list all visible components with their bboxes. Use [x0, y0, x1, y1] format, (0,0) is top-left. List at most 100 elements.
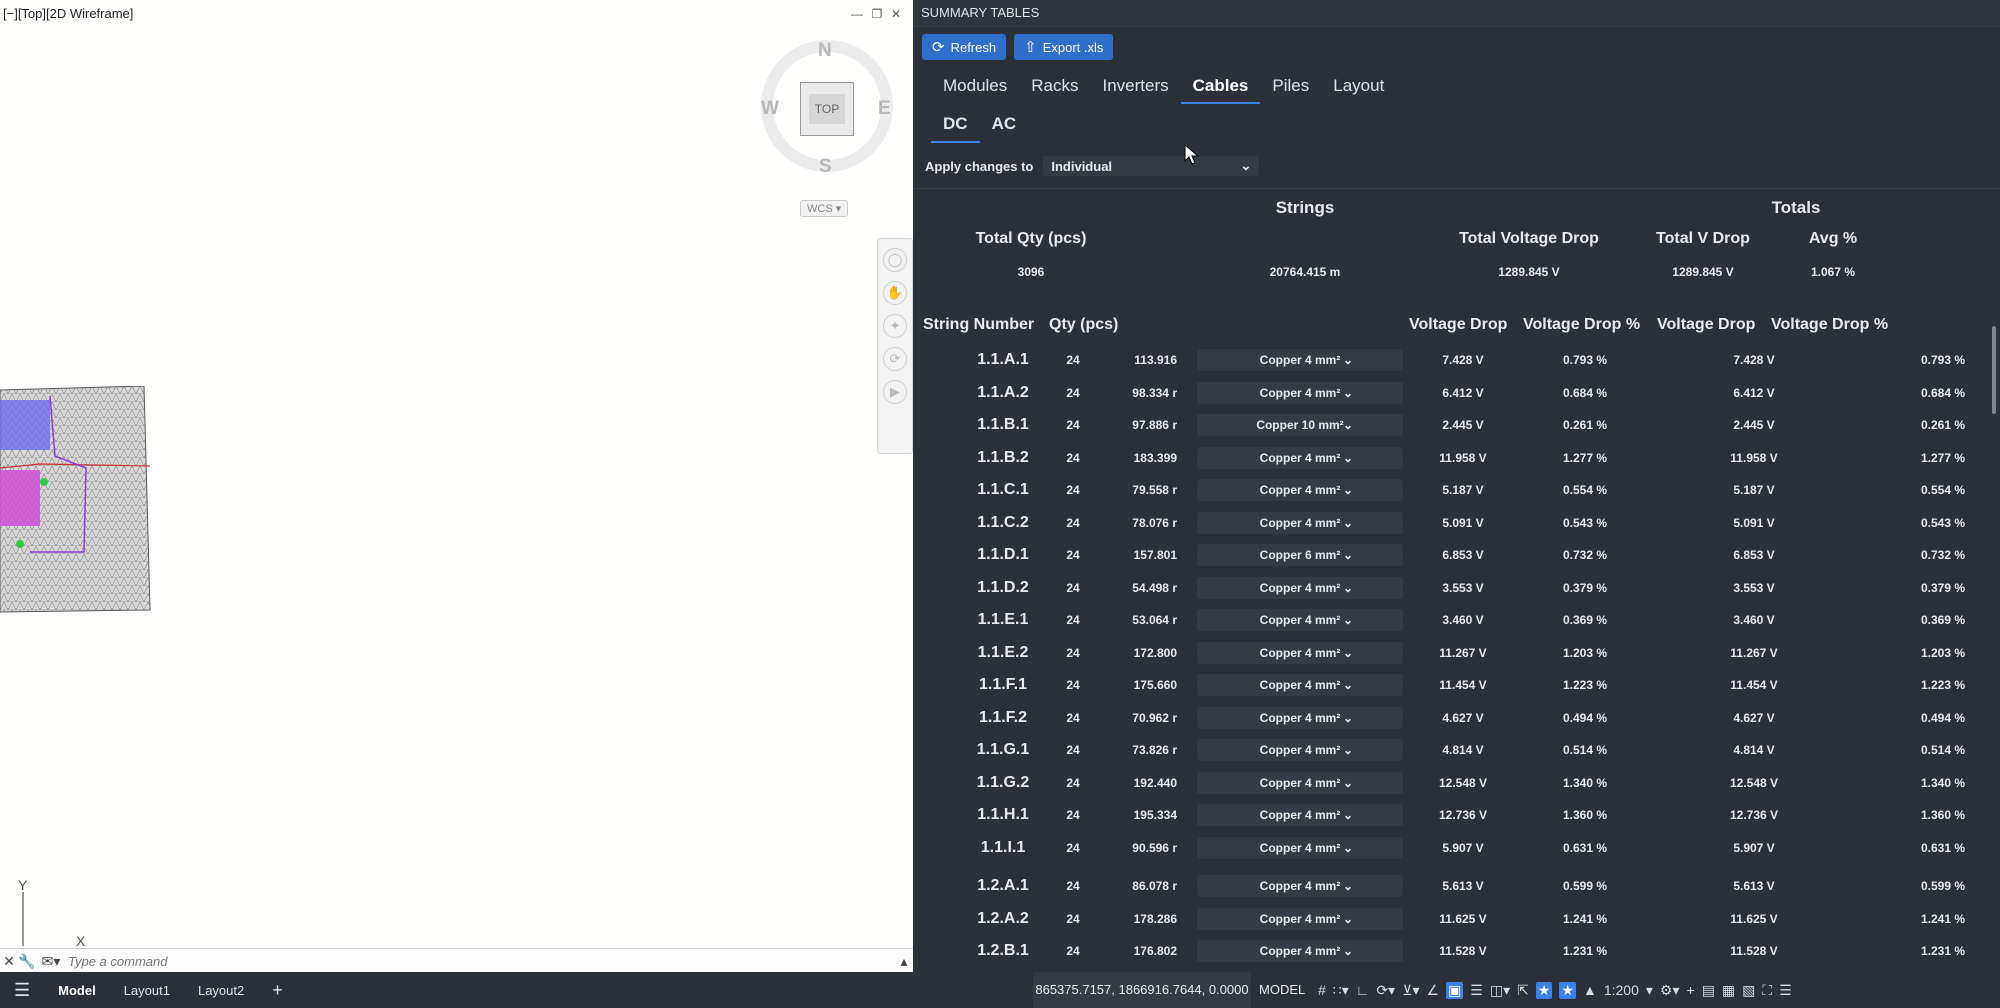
cable-type-select[interactable]: Copper 4 mm² ⌄ [1197, 875, 1403, 897]
cable-type-select[interactable]: Copper 4 mm² ⌄ [1197, 674, 1403, 696]
isolate-objects-icon[interactable]: ▤ [1702, 982, 1715, 999]
cable-type-select[interactable]: Copper 4 mm² ⌄ [1197, 804, 1403, 826]
drawing-viewport[interactable]: [−][Top][2D Wireframe] — ❐ ✕ N W E S TOP… [0, 0, 913, 948]
selection-cycling-icon[interactable]: ⇱ [1517, 982, 1529, 999]
vertical-scrollbar[interactable] [1992, 326, 1996, 414]
annotation-visibility-icon[interactable]: ★ [1535, 981, 1553, 999]
ucs-dropdown[interactable]: WCS ▾ [800, 200, 849, 217]
viewcube[interactable]: N W E S TOP WCS ▾ [745, 30, 905, 220]
cable-type-select[interactable]: Copper 4 mm² ⌄ [1197, 446, 1403, 469]
compass-west[interactable]: W [761, 98, 779, 120]
refresh-button[interactable]: ⟳ Refresh [922, 34, 1007, 60]
gear-icon[interactable]: ⚙▾ [1660, 982, 1680, 999]
orbit-icon[interactable]: ⟳ [883, 347, 907, 371]
cable-type-select[interactable]: Copper 4 mm² ⌄ [1197, 479, 1403, 501]
tab-piles[interactable]: Piles [1260, 72, 1321, 104]
close-command-icon[interactable]: ✕ [0, 953, 18, 970]
panel-title[interactable]: SUMMARY TABLES [913, 0, 2000, 27]
compass-south[interactable]: S [819, 156, 832, 178]
close-icon[interactable]: ✕ [889, 7, 903, 21]
customization-icon[interactable]: ☰ [1779, 982, 1792, 999]
compass-north[interactable]: N [818, 40, 832, 62]
site-layout-drawing[interactable] [0, 386, 160, 616]
minimize-icon[interactable]: — [850, 7, 864, 21]
cable-type-select[interactable]: Copper 4 mm² ⌄ [1197, 739, 1403, 761]
cable-type-select[interactable]: Copper 4 mm² ⌄ [1197, 349, 1403, 371]
model-space-button[interactable]: MODEL [1259, 972, 1305, 1008]
total-voltage-drop-pct-cell: 1.223 % [1920, 678, 1966, 692]
cable-type-select[interactable]: Copper 4 mm² ⌄ [1197, 771, 1403, 794]
restore-icon[interactable]: ❐ [870, 7, 884, 21]
cable-type-value: Copper 4 mm² [1259, 743, 1341, 757]
cable-type-select[interactable]: Copper 4 mm² ⌄ [1197, 907, 1403, 930]
col-voltage-drop: Voltage Drop [1409, 316, 1508, 333]
chevron-down-icon[interactable]: ▾ [1646, 982, 1653, 999]
cable-type-select[interactable]: Copper 4 mm² ⌄ [1197, 381, 1403, 404]
lineweight-icon[interactable]: ☰ [1470, 982, 1483, 999]
qty-cell: 24 [1066, 775, 1080, 790]
hardware-acceleration-icon[interactable]: ▦ [1722, 982, 1735, 999]
viewport-controls-label[interactable]: [−][Top][2D Wireframe] [3, 6, 133, 21]
steering-wheel-icon[interactable]: ◯ [883, 248, 907, 272]
cable-type-select[interactable]: Copper 4 mm² ⌄ [1197, 576, 1403, 599]
tab-inverters[interactable]: Inverters [1091, 72, 1181, 104]
tab-racks[interactable]: Racks [1019, 72, 1090, 104]
subtab-ac[interactable]: AC [980, 110, 1029, 143]
mouse-cursor-icon [1184, 144, 1200, 165]
viewcube-top-face[interactable]: TOP [800, 82, 854, 136]
cable-type-select[interactable]: Copper 4 mm² ⌄ [1197, 836, 1403, 859]
ortho-icon[interactable]: ∟ [1356, 982, 1370, 998]
cable-type-select[interactable]: Copper 10 mm² ⌄ [1197, 414, 1403, 436]
apply-changes-value: Individual [1051, 158, 1113, 174]
command-history-icon[interactable]: ▴ [895, 953, 913, 970]
add-layout-icon[interactable]: + [258, 980, 297, 1001]
subtab-dc[interactable]: DC [931, 110, 980, 143]
export-xls-button[interactable]: ⇧ Export .xls [1014, 34, 1114, 60]
annotation-scale-value[interactable]: 1:200 [1604, 982, 1639, 998]
graphics-performance-icon[interactable]: ▧ [1742, 982, 1755, 999]
cable-type-select[interactable]: Copper 4 mm² ⌄ [1197, 511, 1403, 534]
col-total-voltage-drop-pct: Voltage Drop % [1771, 316, 1889, 333]
total-voltage-drop-pct-cell: 0.369 % [1920, 613, 1966, 627]
cable-type-select[interactable]: Copper 6 mm² ⌄ [1197, 544, 1403, 566]
compass-east[interactable]: E [878, 98, 891, 120]
pan-icon[interactable]: ✋ [883, 281, 907, 305]
qty-cell: 24 [1066, 515, 1080, 530]
tab-cables[interactable]: Cables [1180, 72, 1261, 104]
annotation-scale-icon[interactable]: ▲ [1583, 982, 1597, 998]
fullscreen-icon[interactable]: ⛶ [1762, 982, 1772, 999]
command-input[interactable] [66, 952, 850, 970]
object-snap-tracking-icon[interactable]: ∠ [1427, 982, 1440, 999]
transparency-icon[interactable]: ◫▾ [1490, 982, 1510, 999]
recent-commands-icon[interactable]: ✉▾ [36, 953, 66, 970]
autoscale-icon[interactable]: ★ [1559, 981, 1576, 999]
navigation-bar: ◯ ✋ ✦ ⟳ ▶ [877, 238, 913, 454]
polar-tracking-icon[interactable]: ⟳▾ [1376, 982, 1395, 999]
isodraft-icon[interactable]: ⊻▾ [1402, 982, 1419, 999]
cable-type-select[interactable]: Copper 4 mm² ⌄ [1197, 706, 1403, 729]
total-voltage-drop-pct-cell: 1.203 % [1920, 645, 1966, 660]
crosshair-plus-icon[interactable]: + [1687, 982, 1695, 998]
customize-wrench-icon[interactable]: 🔧 [18, 953, 36, 970]
table-row: 1.1.B.1 24 97.886 r Copper 10 mm² ⌄ 2.445 V 0.… [913, 409, 2000, 441]
object-snap-icon[interactable]: ▣ [1446, 981, 1464, 999]
cable-type-select[interactable]: Copper 4 mm² ⌄ [1197, 940, 1403, 962]
apply-changes-select[interactable]: Individual ⌄ [1043, 156, 1260, 176]
tab-layout1[interactable]: Layout1 [110, 983, 184, 998]
chevron-down-icon: ⌄ [1342, 911, 1353, 926]
tab-modules[interactable]: Modules [931, 72, 1019, 104]
tab-layout[interactable]: Layout [1321, 72, 1396, 104]
grid-icon[interactable]: # [1318, 982, 1326, 998]
snap-icon[interactable]: ∷▾ [1333, 982, 1349, 999]
tab-layout2[interactable]: Layout2 [184, 983, 258, 998]
showmotion-icon[interactable]: ▶ [883, 380, 907, 404]
cable-type-value: Copper 4 mm² [1259, 515, 1341, 530]
menu-icon[interactable]: ☰ [0, 980, 44, 1001]
cable-type-select[interactable]: Copper 4 mm² ⌄ [1197, 641, 1403, 664]
zoom-extents-icon[interactable]: ✦ [883, 314, 907, 338]
total-v-drop-value: 1289.845 V [1672, 265, 1734, 279]
refresh-icon: ⟳ [932, 39, 945, 56]
cable-type-select[interactable]: Copper 4 mm² ⌄ [1197, 609, 1403, 631]
tab-model[interactable]: Model [44, 983, 110, 998]
cursor-coordinates[interactable]: 865375.7157, 1866916.7644, 0.0000 [1033, 972, 1251, 1008]
